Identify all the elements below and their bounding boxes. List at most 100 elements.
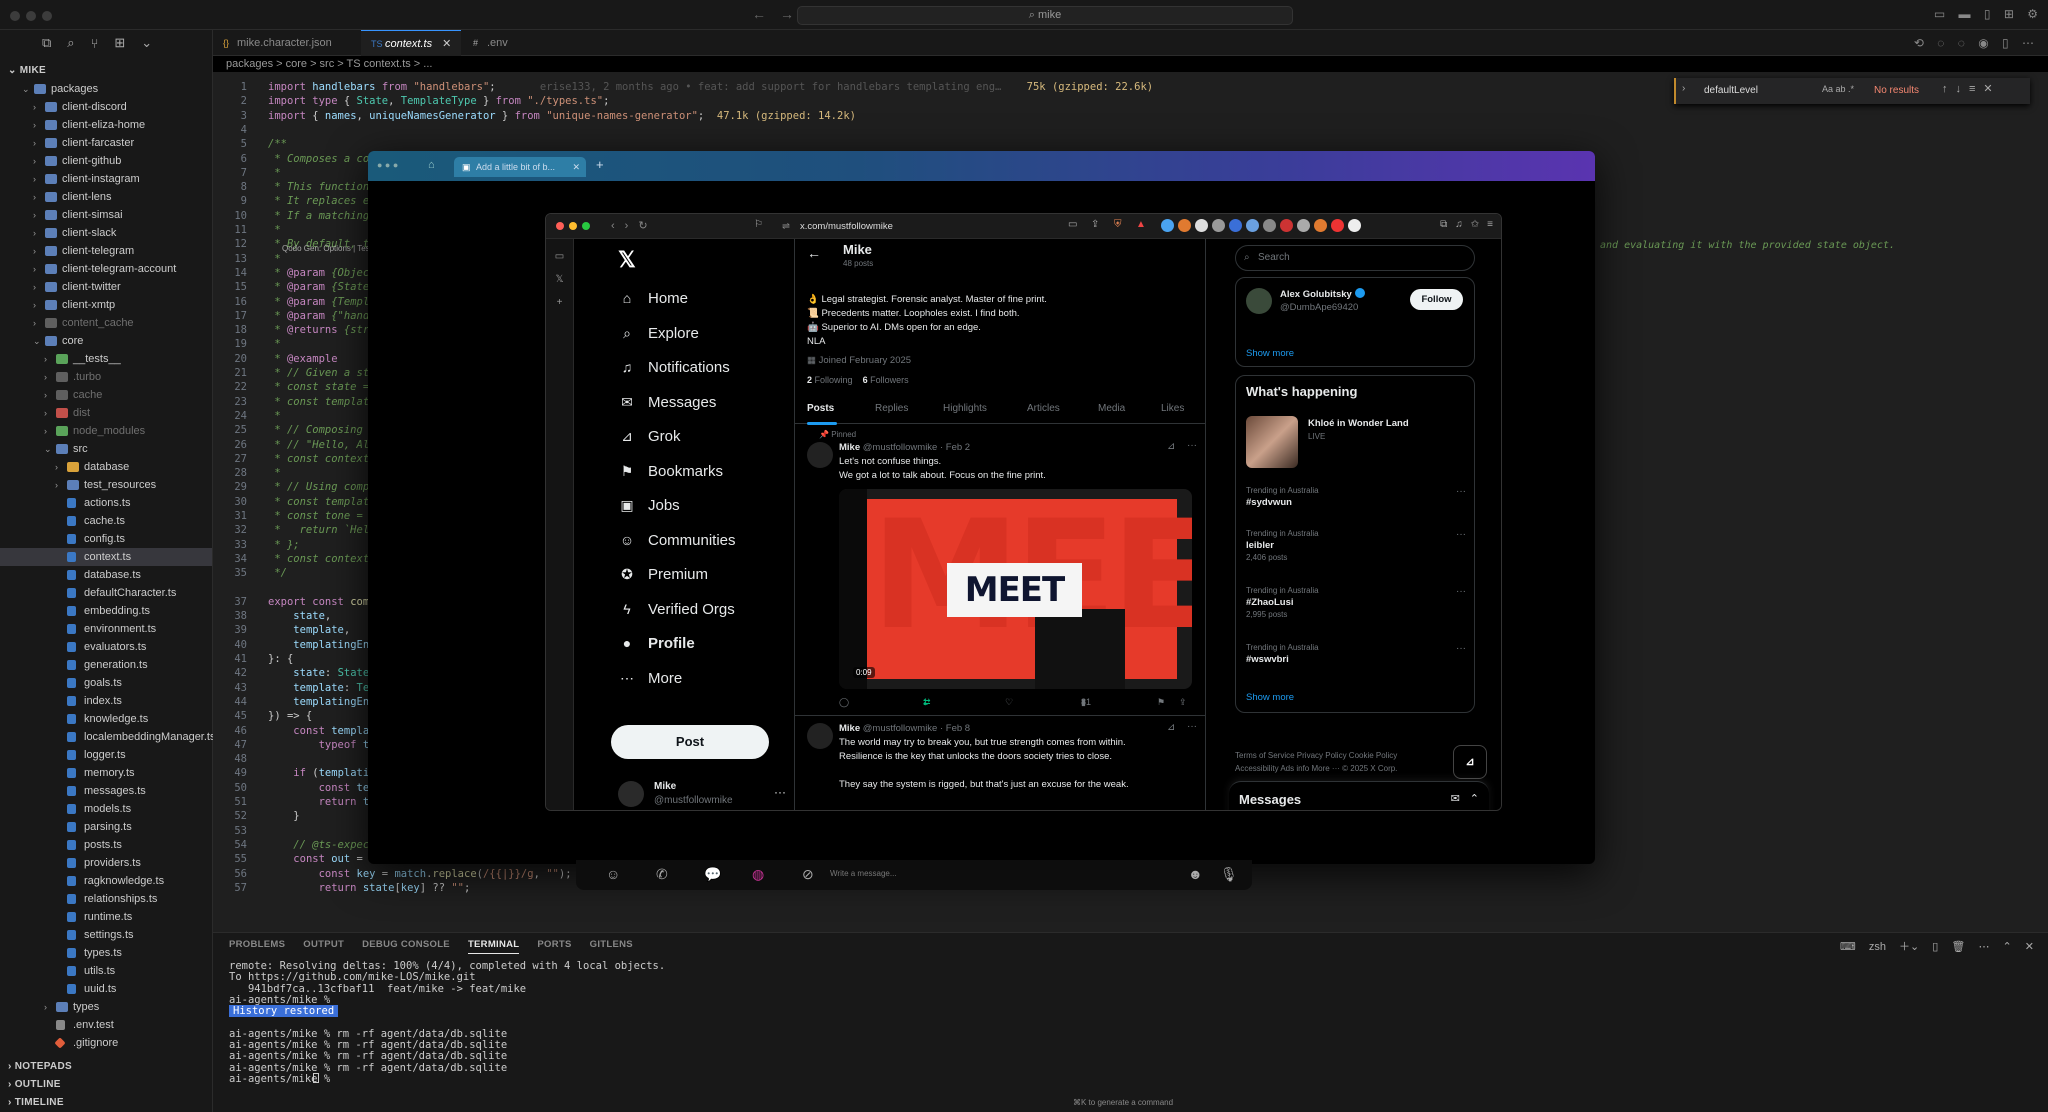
share-icon[interactable]: ⇪ [1179, 697, 1187, 708]
tweet-video[interactable]: MEET MEET 0:09 [839, 489, 1192, 689]
emoji-icon[interactable]: ☻ [1188, 866, 1203, 882]
previous-change-icon[interactable]: ◌ [1937, 36, 1944, 50]
find-options[interactable]: Aa ab .* [1822, 84, 1854, 94]
home-icon[interactable]: ⌂ [428, 159, 435, 171]
trend-item[interactable]: Trending in Australia #sydvwun ··· [1246, 486, 1466, 508]
chevron-right-icon[interactable]: › [33, 314, 43, 332]
sidebar-toggle-icon[interactable]: ▭ [546, 251, 573, 262]
back-icon[interactable]: ‹ [611, 220, 615, 232]
chevron-right-icon[interactable]: › [33, 278, 43, 296]
tree-item[interactable]: › client-eliza-home [0, 116, 212, 134]
chevron-down-icon[interactable]: ⌄ [33, 332, 43, 350]
tab-mike-character-json[interactable]: {} mike.character.json [213, 30, 359, 56]
chevron-right-icon[interactable]: › [33, 296, 43, 314]
tree-item[interactable]: › types [0, 998, 212, 1016]
microphone-icon[interactable]: 🎙 [1220, 866, 1238, 883]
tree-item[interactable]: › client-telegram [0, 242, 212, 260]
chevron-right-icon[interactable]: › [33, 224, 43, 242]
new-tab-icon[interactable]: + [596, 157, 604, 172]
tab-context-ts[interactable]: TS context.ts ✕ [361, 30, 461, 56]
messages-drawer[interactable]: Messages ✉ ⌃ [1229, 781, 1489, 810]
timeline-section[interactable]: › TIMELINE [0, 1094, 212, 1112]
x-nav-communities[interactable]: ☺ Communities [618, 529, 736, 551]
chevron-right-icon[interactable]: › [33, 242, 43, 260]
x-nav-notifications[interactable]: ♫ Notifications [618, 356, 730, 378]
x-nav-grok[interactable]: ⊿ Grok [618, 425, 680, 447]
tree-item[interactable]: posts.ts [0, 836, 212, 854]
close-find-icon[interactable]: ✕ [1983, 83, 1992, 95]
tree-item[interactable]: › client-slack [0, 224, 212, 242]
tree-item[interactable]: ⌄ packages [0, 80, 212, 98]
post-button[interactable]: Post [611, 725, 769, 759]
more-dots-icon[interactable]: ··· [1187, 440, 1197, 451]
chevron-right-icon[interactable]: › [1682, 83, 1685, 94]
browser-zoom-button[interactable] [582, 222, 590, 230]
tree-item[interactable]: › content_cache [0, 314, 212, 332]
close-window-button[interactable] [10, 11, 20, 21]
tree-item[interactable]: evaluators.ts [0, 638, 212, 656]
tree-item[interactable]: cache.ts [0, 512, 212, 530]
message-input[interactable]: Write a message... [830, 869, 897, 878]
chevron-right-icon[interactable]: › [33, 98, 43, 116]
more-actions-icon[interactable]: ⋯ [2022, 36, 2034, 50]
tree-item[interactable]: › __tests__ [0, 350, 212, 368]
chevron-right-icon[interactable]: › [33, 188, 43, 206]
bookmark-icon[interactable]: ⚑ [1157, 697, 1165, 708]
gitlens-icon[interactable]: ◉ [1978, 36, 1988, 50]
extension-icon[interactable] [1263, 219, 1276, 232]
extension-icon[interactable] [1229, 219, 1242, 232]
tree-item[interactable]: utils.ts [0, 962, 212, 980]
panel-tab-terminal[interactable]: TERMINAL [467, 939, 520, 954]
breadcrumb[interactable]: packages > core > src > TS context.ts > … [226, 58, 432, 70]
extension-icon[interactable] [1331, 219, 1344, 232]
extension-icon[interactable] [1212, 219, 1225, 232]
tab-media[interactable]: Media [1098, 403, 1125, 414]
more-dots-icon[interactable]: ··· [774, 785, 786, 799]
show-more-link[interactable]: Show more [1246, 348, 1294, 359]
chevron-down-icon[interactable]: ⌄ [141, 35, 152, 51]
tree-item[interactable]: actions.ts [0, 494, 212, 512]
previous-match-icon[interactable]: ↑ [1942, 83, 1948, 95]
chevron-right-icon[interactable]: › [44, 368, 54, 386]
tree-item[interactable]: ragknowledge.ts [0, 872, 212, 890]
like-icon[interactable]: ♡ [1005, 697, 1013, 708]
tab-highlights[interactable]: Highlights [943, 403, 987, 414]
add-panel-icon[interactable]: + [546, 297, 573, 308]
chevron-down-icon[interactable]: ⌄ [22, 80, 32, 98]
tab-articles[interactable]: Articles [1027, 403, 1060, 414]
x-nav-profile[interactable]: ● Profile [618, 632, 695, 654]
extension-icon[interactable] [1178, 219, 1191, 232]
tab-likes[interactable]: Likes [1161, 403, 1184, 414]
close-tab-icon[interactable]: ✕ [572, 157, 580, 177]
reply-icon[interactable]: ◯ [839, 697, 849, 708]
x-nav-premium[interactable]: ✪ Premium [618, 563, 708, 585]
extension-icon[interactable] [1297, 219, 1310, 232]
avatar[interactable] [1246, 288, 1272, 314]
terminal-shell[interactable]: ⌨ zsh [1840, 941, 1886, 953]
tree-item[interactable]: › client-github [0, 152, 212, 170]
command-center[interactable]: ⌕ mike [797, 6, 1293, 25]
grok-button[interactable]: ⊿ [1453, 745, 1487, 779]
puzzle-icon[interactable]: ⧉ [1440, 219, 1447, 230]
tree-item[interactable]: ⌄ src [0, 440, 212, 458]
tree-item[interactable]: › node_modules [0, 422, 212, 440]
back-arrow-icon[interactable]: ← [752, 6, 766, 22]
tree-item[interactable]: › client-farcaster [0, 134, 212, 152]
brave-rewards-icon[interactable]: ▲ [1136, 219, 1146, 230]
tab-posts[interactable]: Posts [807, 403, 834, 414]
tree-item[interactable]: › client-twitter [0, 278, 212, 296]
expand-drawer-icon[interactable]: ⌃ [1470, 793, 1479, 805]
extension-icon[interactable] [1195, 219, 1208, 232]
grok-icon[interactable]: ⊿ [1167, 722, 1175, 733]
tree-item[interactable]: › client-simsai [0, 206, 212, 224]
tree-item[interactable]: › client-discord [0, 98, 212, 116]
tree-item[interactable]: context.ts [0, 548, 212, 566]
tree-item[interactable]: › client-xmtp [0, 296, 212, 314]
active-tab[interactable]: ▣ Add a little bit of b... ✕ [454, 157, 586, 177]
tree-item[interactable]: › .turbo [0, 368, 212, 386]
tree-item[interactable]: › dist [0, 404, 212, 422]
live-title[interactable]: Khloé in Wonder Land [1308, 418, 1409, 429]
tree-item[interactable]: knowledge.ts [0, 710, 212, 728]
bookmark-icon[interactable]: ⚐ [754, 219, 763, 230]
extensions-icon[interactable]: ⊞ [114, 35, 125, 51]
